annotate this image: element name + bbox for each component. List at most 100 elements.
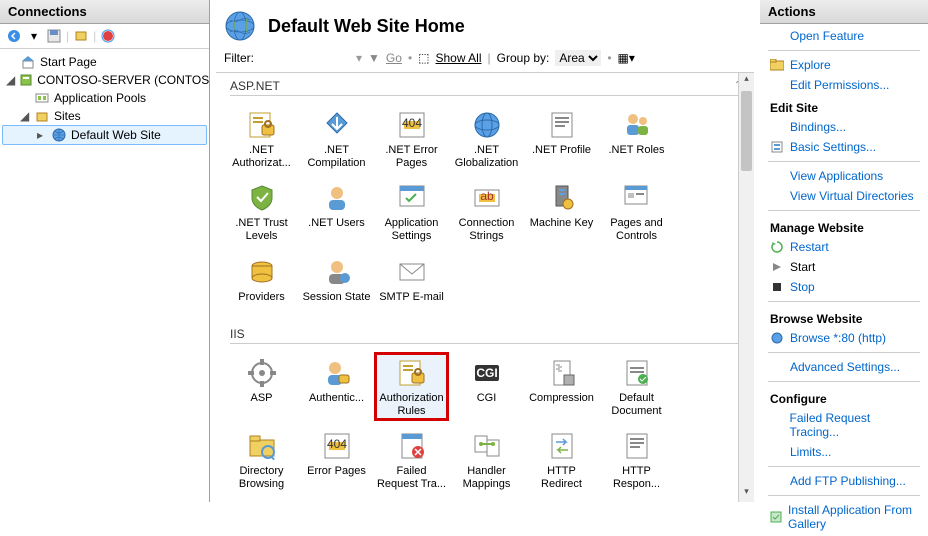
page-title: Default Web Site Home — [268, 16, 465, 37]
tree-default-website[interactable]: ▸ Default Web Site — [2, 125, 207, 145]
stop-icon — [770, 280, 784, 294]
vertical-scrollbar[interactable]: ▴ ▾ — [738, 73, 754, 502]
feature-label: Connection Strings — [451, 217, 522, 242]
action-view-applications[interactable]: View Applications — [760, 166, 928, 186]
svg-text:CGI: CGI — [476, 366, 497, 380]
feature-handler-mappings[interactable]: Handler Mappings — [449, 425, 524, 494]
edit-site-header: Edit Site — [760, 95, 928, 117]
go-icon[interactable]: ▼ — [368, 51, 380, 65]
showall-link[interactable]: Show All — [435, 51, 481, 65]
filter-input[interactable] — [260, 51, 350, 66]
filter-bar: Filter: ▾ ▼ Go • ⬚ Show All | Group by: … — [210, 48, 760, 72]
action-bindings[interactable]: Bindings... — [760, 117, 928, 137]
feature-application-settings[interactable]: Application Settings — [374, 177, 449, 246]
action-limits[interactable]: Limits... — [760, 442, 928, 462]
feature-compression[interactable]: Compression — [524, 352, 599, 421]
feature-net-users[interactable]: .NET Users — [299, 177, 374, 246]
showall-icon: ⬚ — [418, 51, 429, 65]
action-advanced-settings[interactable]: Advanced Settings... — [760, 357, 928, 377]
feature-net-error-pages[interactable]: 404.NET Error Pages — [374, 104, 449, 173]
groupby-label: Group by: — [497, 51, 550, 65]
feature-failed-request-tra[interactable]: Failed Request Tra... — [374, 425, 449, 494]
sites-icon — [34, 108, 50, 124]
feature-directory-browsing[interactable]: Directory Browsing — [224, 425, 299, 494]
back-icon[interactable] — [6, 28, 22, 44]
feature-label: .NET Compilation — [301, 144, 372, 169]
feature-authorization-rules[interactable]: Authorization Rules — [374, 352, 449, 421]
settings-icon — [770, 140, 784, 154]
feature-icon — [620, 108, 654, 142]
feature-icon — [320, 108, 354, 142]
feature-label: .NET Authorizat... — [226, 144, 297, 169]
feature-smtp-e-mail[interactable]: SMTP E-mail — [374, 251, 449, 308]
action-failed-request-tracing[interactable]: Failed Request Tracing... — [760, 408, 928, 442]
svg-text:404: 404 — [326, 437, 346, 451]
manage-website-header: Manage Website — [760, 215, 928, 237]
action-add-ftp[interactable]: Add FTP Publishing... — [760, 471, 928, 491]
feature-label: Application Settings — [376, 217, 447, 242]
feature-net-trust-levels[interactable]: .NET Trust Levels — [224, 177, 299, 246]
feature-net-compilation[interactable]: .NET Compilation — [299, 104, 374, 173]
save-icon[interactable] — [46, 28, 62, 44]
tree-start-page[interactable]: Start Page — [2, 53, 207, 71]
feature-authentic[interactable]: Authentic... — [299, 352, 374, 421]
feature-icon: CGI — [470, 356, 504, 390]
tree-server[interactable]: ◢ CONTOSO-SERVER (CONTOS — [2, 71, 207, 89]
feature-label: Session State — [303, 291, 371, 304]
feature-error-pages[interactable]: 404Error Pages — [299, 425, 374, 494]
action-start[interactable]: Start — [760, 257, 928, 277]
groupby-select[interactable]: Area — [555, 50, 601, 66]
actions-panel: Actions Open Feature Explore Edit Permis… — [760, 0, 928, 502]
action-install-gallery[interactable]: Install Application From Gallery — [760, 500, 928, 534]
play-icon — [770, 260, 784, 274]
feature-icon — [470, 108, 504, 142]
feature-icon — [545, 356, 579, 390]
action-view-vdirs[interactable]: View Virtual Directories — [760, 186, 928, 206]
feature-label: .NET Profile — [532, 144, 591, 157]
group-iis[interactable]: IIS — [216, 321, 754, 346]
action-browse-80[interactable]: Browse *:80 (http) — [760, 328, 928, 348]
feature-icon — [545, 181, 579, 215]
feature-label: Compression — [529, 392, 594, 405]
feature-machine-key[interactable]: Machine Key — [524, 177, 599, 246]
feature-net-profile[interactable]: .NET Profile — [524, 104, 599, 173]
connections-tree: Start Page ◢ CONTOSO-SERVER (CONTOS Appl… — [0, 49, 209, 149]
feature-label: .NET Globalization — [451, 144, 522, 169]
feature-pages-and-controls[interactable]: Pages and Controls — [599, 177, 674, 246]
action-basic-settings[interactable]: Basic Settings... — [760, 137, 928, 157]
action-explore[interactable]: Explore — [760, 55, 928, 75]
group-aspnet[interactable]: ASP.NET ˆ — [216, 73, 754, 98]
feature-label: HTTP Respon... — [601, 465, 672, 490]
feature-cgi[interactable]: CGI CGI — [449, 352, 524, 421]
browse-icon — [770, 331, 784, 345]
feature-icon — [395, 181, 429, 215]
feature-default-document[interactable]: Default Document — [599, 352, 674, 421]
tree-app-pools[interactable]: Application Pools — [2, 89, 207, 107]
action-stop[interactable]: Stop — [760, 277, 928, 297]
feature-http-redirect[interactable]: HTTP Redirect — [524, 425, 599, 494]
globe-icon — [51, 127, 67, 143]
feature-asp[interactable]: ASP — [224, 352, 299, 421]
feature-connection-strings[interactable]: abConnection Strings — [449, 177, 524, 246]
action-restart[interactable]: Restart — [760, 237, 928, 257]
go-link[interactable]: Go — [386, 51, 402, 65]
dropdown-icon[interactable]: ▾ — [26, 28, 42, 44]
feature-label: CGI — [477, 392, 497, 405]
iis-grid: ASPAuthentic...Authorization RulesCGICGI… — [216, 346, 754, 501]
action-open-feature[interactable]: Open Feature — [760, 26, 928, 46]
feature-net-roles[interactable]: .NET Roles — [599, 104, 674, 173]
feature-session-state[interactable]: Session State — [299, 251, 374, 308]
feature-http-respon[interactable]: HTTP Respon... — [599, 425, 674, 494]
tree-sites[interactable]: ◢ Sites — [2, 107, 207, 125]
action-edit-permissions[interactable]: Edit Permissions... — [760, 75, 928, 95]
feature-label: Authorization Rules — [378, 392, 445, 417]
feature-label: HTTP Redirect — [526, 465, 597, 490]
stop-conn-icon[interactable] — [100, 28, 116, 44]
feature-label: Pages and Controls — [601, 217, 672, 242]
feature-net-authorizat[interactable]: .NET Authorizat... — [224, 104, 299, 173]
view-icon[interactable]: ▦▾ — [618, 51, 635, 65]
server-icon[interactable] — [73, 28, 89, 44]
feature-net-globalization[interactable]: .NET Globalization — [449, 104, 524, 173]
folder-icon — [770, 58, 784, 72]
feature-providers[interactable]: Providers — [224, 251, 299, 308]
